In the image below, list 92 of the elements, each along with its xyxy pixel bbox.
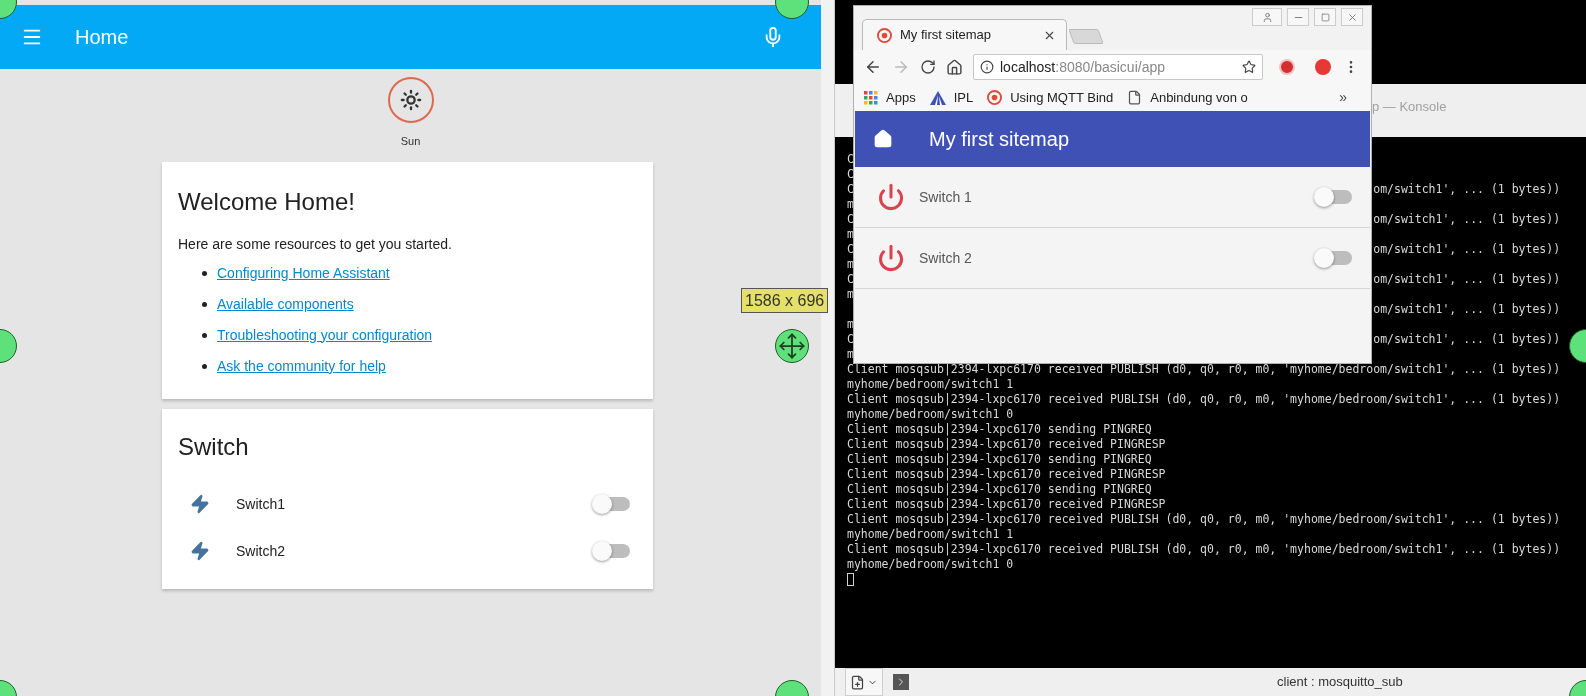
close-button[interactable]	[1341, 8, 1363, 26]
bookmark-star-icon[interactable]	[1242, 60, 1256, 74]
terminal-line: Client mosqsub|2394-lxpc6170 sending PINGREQ	[847, 482, 1153, 497]
card-title: Welcome Home!	[178, 187, 356, 216]
close-icon	[1346, 11, 1358, 23]
apps-grid-icon	[864, 90, 878, 105]
info-icon	[980, 60, 994, 74]
terminal-line: m	[847, 197, 854, 212]
sun-badge[interactable]	[387, 77, 434, 123]
entity-name: Switch2	[236, 541, 286, 561]
toggle-switch[interactable]	[592, 494, 630, 514]
switch-label: Switch 2	[919, 248, 972, 268]
sun-icon	[399, 89, 422, 111]
site-favicon-icon	[987, 90, 1003, 105]
page-icon	[1127, 90, 1143, 105]
terminal-line: C	[847, 332, 854, 347]
bookmark-item[interactable]: Using MQTT Bind	[987, 87, 1114, 108]
bullet-icon	[202, 332, 207, 338]
terminal-line: C	[847, 212, 854, 227]
badge-label: Sun	[400, 134, 421, 149]
toolbar-title: Home	[75, 25, 129, 50]
resource-link[interactable]: Ask the community for help	[217, 355, 386, 377]
triangle-logo-icon	[929, 90, 946, 105]
size-label: 1586 x 696	[741, 288, 829, 313]
terminal-line: myhome/bedroom/switch1 1	[847, 527, 1015, 542]
terminal-cursor	[847, 573, 854, 586]
terminal-line: om/switch1', ... (1 bytes))	[1373, 332, 1561, 347]
window-title: p — Konsole	[1372, 99, 1447, 114]
terminal-line: om/switch1', ... (1 bytes))	[1373, 182, 1561, 197]
new-tab-icon	[850, 674, 865, 690]
terminal-line: m	[847, 287, 854, 302]
maximize-icon	[1320, 12, 1330, 22]
switch-label: Switch 1	[919, 187, 972, 207]
terminal-line: myhome/bedroom/switch1 0	[847, 557, 1015, 572]
bookmark-item[interactable]: Apps	[864, 87, 916, 108]
terminal-line: om/switch1', ... (1 bytes))	[1373, 242, 1561, 257]
bookmark-item[interactable]: IPL	[929, 87, 974, 108]
terminal-line: C	[847, 182, 854, 197]
terminal-line: Client mosqsub|2394-lxpc6170 received PINGRESP	[847, 437, 1167, 452]
back-button[interactable]	[864, 58, 882, 76]
terminal-line: m	[847, 227, 854, 242]
toggle-switch[interactable]	[1314, 187, 1352, 207]
more-bookmarks-button[interactable]: »	[1339, 87, 1347, 108]
lightning-icon	[190, 494, 210, 514]
site-favicon-icon	[877, 27, 892, 43]
terminal-line: C	[847, 242, 854, 257]
intro-text: Here are some resources to get you started.	[178, 234, 453, 254]
terminal-line: Client mosqsub|2394-lxpc6170 received PINGRESP	[847, 467, 1167, 482]
resource-link[interactable]: Troubleshooting your configuration	[217, 324, 433, 346]
terminal-line: om/switch1', ... (1 bytes))	[1373, 272, 1561, 287]
address-field[interactable]: localhost:8080/basicui/app	[973, 54, 1263, 80]
bullet-icon	[202, 270, 207, 276]
terminal-line: Client mosqsub|2394-lxpc6170 received PUBLISH (d0, q0, r0, m0, 'myhome/bedroom/switch1', ... (1 bytes))	[847, 392, 1561, 407]
terminal-line: Client mosqsub|2394-lxpc6170 received PUBLISH (d0, q0, r0, m0, 'myhome/bedroom/switch1', ... (1 bytes))	[847, 362, 1561, 377]
url-text: localhost:8080/basicui/app	[1000, 57, 1166, 77]
terminal-line: myhome/bedroom/switch1 1	[847, 377, 1015, 392]
toggle-switch[interactable]	[592, 541, 630, 561]
terminal-line: om/switch1', ... (1 bytes))	[1373, 302, 1561, 317]
bullet-icon	[202, 301, 207, 307]
card-title: Switch	[178, 432, 250, 461]
session-label: client : mosquitto_sub	[1277, 673, 1403, 692]
terminal-line: C	[847, 167, 854, 182]
terminal-button[interactable]	[893, 674, 909, 690]
lightning-icon	[190, 541, 210, 561]
resource-link[interactable]: Configuring Home Assistant	[217, 262, 390, 284]
tab-title: My first sitemap	[900, 26, 991, 45]
terminal-line: Client mosqsub|2394-lxpc6170 received PINGRESP	[847, 497, 1167, 512]
bullet-icon	[202, 363, 207, 369]
terminal-line: m	[847, 317, 854, 332]
terminal-line: Client mosqsub|2394-lxpc6170 sending PINGREQ	[847, 422, 1153, 437]
entity-name: Switch1	[236, 494, 286, 514]
terminal-line: Client mosqsub|2394-lxpc6170 sending PINGREQ	[847, 452, 1153, 467]
user-icon	[1261, 11, 1273, 23]
power-icon	[877, 183, 905, 211]
terminal-line: myhome/bedroom/switch1 0	[847, 407, 1015, 422]
terminal-line: Client mosqsub|2394-lxpc6170 received PUBLISH (d0, q0, r0, m0, 'myhome/bedroom/switch1', ... (1 bytes))	[847, 512, 1561, 527]
new-tab-button[interactable]	[845, 668, 883, 696]
terminal-line: m	[847, 347, 854, 362]
home-button[interactable]	[946, 58, 963, 76]
terminal-line: om/switch1', ... (1 bytes))	[1373, 212, 1561, 227]
reload-button[interactable]	[920, 59, 936, 75]
power-icon	[877, 244, 905, 272]
browser-tab[interactable]: My first sitemap	[862, 19, 1067, 50]
home-icon[interactable]	[873, 129, 893, 149]
bookmark-item[interactable]: Anbindung von o	[1127, 87, 1248, 108]
resource-link[interactable]: Available components	[217, 293, 354, 315]
terminal-line: Client mosqsub|2394-lxpc6170 received PUBLISH (d0, q0, r0, m0, 'myhome/bedroom/switch1', ... (1 bytes))	[847, 542, 1561, 557]
terminal-line: m	[847, 257, 854, 272]
terminal-line: C	[847, 272, 854, 287]
sitemap-title: My first sitemap	[929, 127, 1070, 152]
toggle-switch[interactable]	[1314, 248, 1352, 268]
terminal-line: C	[847, 152, 854, 167]
